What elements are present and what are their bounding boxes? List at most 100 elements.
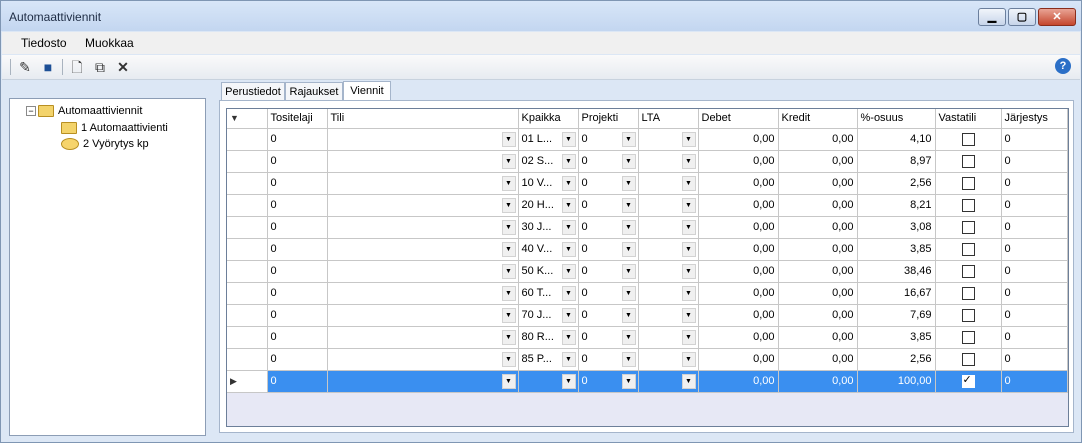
jarjestys-cell[interactable]: 0 xyxy=(1001,348,1068,371)
osuus-cell[interactable]: 8,97 xyxy=(857,150,936,173)
projekti-dropdown-icon[interactable]: ▼ xyxy=(621,351,636,367)
table-row[interactable]: 0 ▼ 10 V... ▼ 0 ▼ ▼ 0,00 0,00 2,56 0 xyxy=(227,172,1068,195)
row-selector[interactable] xyxy=(227,348,268,371)
kpaikka-cell[interactable]: 70 J... ▼ xyxy=(518,304,579,327)
column-header[interactable]: Projekti xyxy=(578,109,639,129)
tili-cell[interactable]: ▼ xyxy=(327,238,519,261)
tositelaji-cell[interactable]: 0 xyxy=(267,128,328,151)
lta-dropdown-icon[interactable]: ▼ xyxy=(681,373,696,389)
projekti-cell[interactable]: 0 ▼ xyxy=(578,282,639,305)
tili-dropdown-icon[interactable]: ▼ xyxy=(501,285,516,301)
vastatili-cell[interactable] xyxy=(935,370,1002,393)
kpaikka-cell[interactable]: 50 K... ▼ xyxy=(518,260,579,283)
kpaikka-cell[interactable]: 60 T... ▼ xyxy=(518,282,579,305)
kpaikka-cell[interactable]: 80 R... ▼ xyxy=(518,326,579,349)
jarjestys-cell[interactable]: 0 xyxy=(1001,216,1068,239)
kpaikka-dropdown-icon[interactable]: ▼ xyxy=(561,241,576,257)
kpaikka-cell[interactable]: 85 P... ▼ xyxy=(518,348,579,371)
vastatili-checkbox[interactable] xyxy=(961,352,975,366)
debet-cell[interactable]: 0,00 xyxy=(698,172,779,195)
kredit-cell[interactable]: 0,00 xyxy=(778,348,858,371)
lta-cell[interactable]: ▼ xyxy=(638,238,699,261)
tositelaji-cell[interactable]: 0 xyxy=(267,172,328,195)
tili-cell[interactable]: ▼ xyxy=(327,326,519,349)
lta-dropdown-icon[interactable]: ▼ xyxy=(681,285,696,301)
vastatili-checkbox[interactable] xyxy=(961,330,975,344)
tab-viennit[interactable]: Viennit xyxy=(343,81,391,101)
projekti-dropdown-icon[interactable]: ▼ xyxy=(621,153,636,169)
tositelaji-cell[interactable]: 0 xyxy=(267,370,328,393)
debet-cell[interactable]: 0,00 xyxy=(698,128,779,151)
osuus-cell[interactable]: 3,85 xyxy=(857,238,936,261)
tili-dropdown-icon[interactable]: ▼ xyxy=(501,329,516,345)
tili-cell[interactable]: ▼ xyxy=(327,150,519,173)
kpaikka-cell[interactable]: 40 V... ▼ xyxy=(518,238,579,261)
jarjestys-cell[interactable]: 0 xyxy=(1001,260,1068,283)
jarjestys-cell[interactable]: 0 xyxy=(1001,172,1068,195)
menu-tiedosto[interactable]: Tiedosto xyxy=(21,36,67,50)
table-row[interactable]: 0 ▼ 70 J... ▼ 0 ▼ ▼ 0,00 0,00 7,69 0 xyxy=(227,304,1068,327)
tree-item-vyorytys[interactable]: 2 Vyörytys kp xyxy=(61,136,149,152)
vastatili-checkbox[interactable] xyxy=(961,264,975,278)
tili-dropdown-icon[interactable]: ▼ xyxy=(501,373,516,389)
osuus-cell[interactable]: 7,69 xyxy=(857,304,936,327)
osuus-cell[interactable]: 4,10 xyxy=(857,128,936,151)
tositelaji-cell[interactable]: 0 xyxy=(267,282,328,305)
lta-dropdown-icon[interactable]: ▼ xyxy=(681,131,696,147)
tili-dropdown-icon[interactable]: ▼ xyxy=(501,263,516,279)
vastatili-cell[interactable] xyxy=(935,282,1002,305)
osuus-cell[interactable]: 2,56 xyxy=(857,172,936,195)
projekti-dropdown-icon[interactable]: ▼ xyxy=(621,219,636,235)
tili-dropdown-icon[interactable]: ▼ xyxy=(501,307,516,323)
kredit-cell[interactable]: 0,00 xyxy=(778,194,858,217)
projekti-dropdown-icon[interactable]: ▼ xyxy=(621,175,636,191)
column-header[interactable]: %-osuus xyxy=(857,109,936,129)
projekti-dropdown-icon[interactable]: ▼ xyxy=(621,131,636,147)
kpaikka-dropdown-icon[interactable]: ▼ xyxy=(561,329,576,345)
row-selector[interactable] xyxy=(227,172,268,195)
column-header[interactable]: Vastatili xyxy=(935,109,1002,129)
column-header[interactable]: LTA xyxy=(638,109,699,129)
projekti-dropdown-icon[interactable]: ▼ xyxy=(621,241,636,257)
lta-dropdown-icon[interactable]: ▼ xyxy=(681,241,696,257)
help-icon[interactable]: ? xyxy=(1055,58,1071,74)
jarjestys-cell[interactable]: 0 xyxy=(1001,194,1068,217)
lta-cell[interactable]: ▼ xyxy=(638,194,699,217)
tositelaji-cell[interactable]: 0 xyxy=(267,304,328,327)
column-header[interactable]: Kredit xyxy=(778,109,858,129)
debet-cell[interactable]: 0,00 xyxy=(698,304,779,327)
vastatili-checkbox[interactable] xyxy=(961,176,975,190)
table-row[interactable]: 0 ▼ 02 S... ▼ 0 ▼ ▼ 0,00 0,00 8,97 0 xyxy=(227,150,1068,173)
kpaikka-dropdown-icon[interactable]: ▼ xyxy=(561,197,576,213)
vastatili-checkbox[interactable] xyxy=(961,308,975,322)
vastatili-cell[interactable] xyxy=(935,238,1002,261)
table-row[interactable]: 0 ▼ 01 L... ▼ 0 ▼ ▼ 0,00 0,00 4,10 0 xyxy=(227,128,1068,151)
debet-cell[interactable]: 0,00 xyxy=(698,282,779,305)
column-header[interactable]: Tositelaji xyxy=(267,109,328,129)
row-selector[interactable] xyxy=(227,150,268,173)
projekti-cell[interactable]: 0 ▼ xyxy=(578,370,639,393)
maximize-button[interactable]: ▢ xyxy=(1008,8,1036,26)
tili-dropdown-icon[interactable]: ▼ xyxy=(501,241,516,257)
table-row[interactable]: ▶0▼▼0▼▼0,000,00100,000 xyxy=(227,370,1068,393)
debet-cell[interactable]: 0,00 xyxy=(698,348,779,371)
tili-cell[interactable]: ▼ xyxy=(327,348,519,371)
tab-perustiedot[interactable]: Perustiedot xyxy=(221,82,285,100)
kredit-cell[interactable]: 0,00 xyxy=(778,128,858,151)
debet-cell[interactable]: 0,00 xyxy=(698,326,779,349)
table-row[interactable]: 0 ▼ 40 V... ▼ 0 ▼ ▼ 0,00 0,00 3,85 0 xyxy=(227,238,1068,261)
kredit-cell[interactable]: 0,00 xyxy=(778,282,858,305)
vastatili-cell[interactable] xyxy=(935,194,1002,217)
lta-dropdown-icon[interactable]: ▼ xyxy=(681,263,696,279)
vastatili-cell[interactable] xyxy=(935,128,1002,151)
debet-cell[interactable]: 0,00 xyxy=(698,238,779,261)
tili-dropdown-icon[interactable]: ▼ xyxy=(501,219,516,235)
row-selector[interactable] xyxy=(227,194,268,217)
row-selector[interactable] xyxy=(227,128,268,151)
osuus-cell[interactable]: 38,46 xyxy=(857,260,936,283)
projekti-dropdown-icon[interactable]: ▼ xyxy=(621,307,636,323)
kredit-cell[interactable]: 0,00 xyxy=(778,370,858,393)
vastatili-checkbox[interactable] xyxy=(961,220,975,234)
kredit-cell[interactable]: 0,00 xyxy=(778,150,858,173)
projekti-cell[interactable]: 0 ▼ xyxy=(578,260,639,283)
